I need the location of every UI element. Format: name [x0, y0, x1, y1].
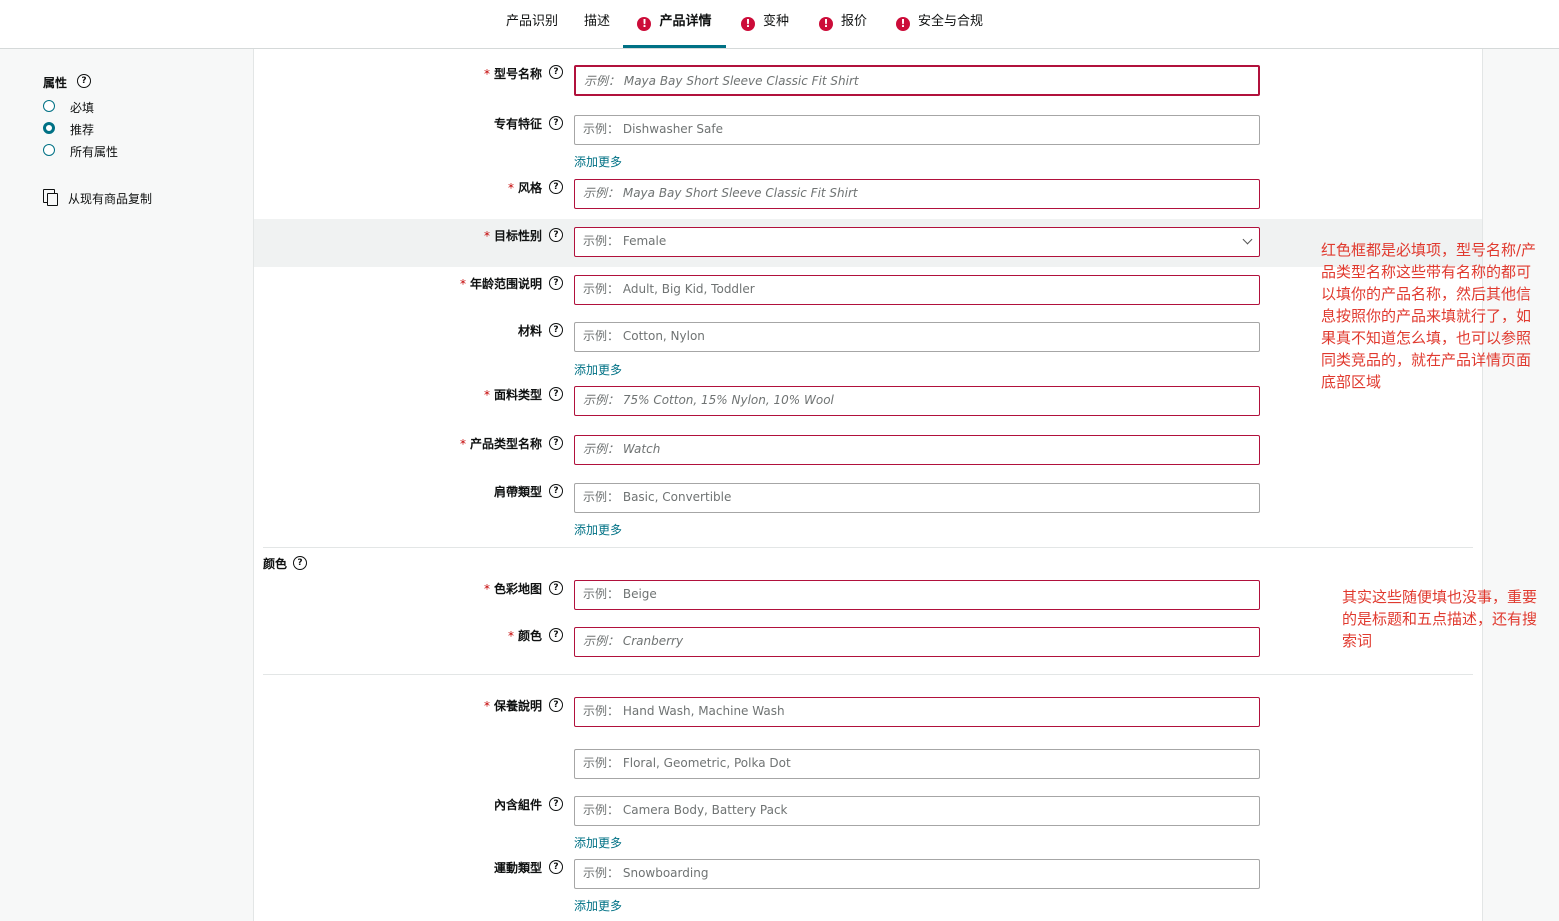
fabric-type-input[interactable]: 示例： 75% Cotton, 15% Nylon, 10% Wool	[574, 386, 1260, 416]
target-gender-select[interactable]: 示例： Female	[574, 227, 1260, 257]
tab-label: 安全与合规	[918, 14, 984, 29]
section-divider	[263, 674, 1473, 675]
error-icon: !	[741, 17, 755, 31]
tab-label: 描述	[584, 14, 611, 29]
tab-label: 产品识别	[506, 14, 559, 29]
care-instructions-label: * 保養說明	[483, 699, 542, 713]
help-icon[interactable]: ?	[549, 797, 563, 811]
help-icon[interactable]: ?	[549, 323, 563, 337]
tab-product-details[interactable]: ! 产品详情	[623, 0, 726, 48]
help-icon[interactable]: ?	[549, 436, 563, 450]
add-more-link[interactable]: 添加更多	[574, 897, 622, 914]
radio-icon[interactable]	[43, 100, 55, 112]
attributes-title: 属性	[43, 76, 68, 90]
included-components-label: 內含組件	[493, 798, 542, 812]
age-range-label: * 年龄范围说明	[459, 277, 542, 291]
chevron-down-icon	[1242, 234, 1253, 245]
tab-safety-compliance[interactable]: ! 安全与合规	[896, 0, 983, 46]
right-gutter	[1482, 49, 1559, 921]
special-feature-input[interactable]: 示例： Dishwasher Safe	[574, 115, 1260, 145]
error-icon: !	[637, 17, 652, 31]
fabric-type-label: * 面料类型	[483, 388, 542, 402]
annotation-note-optional: 其实这些随便填也没事，重要 的是标题和五点描述，还有搜 索词	[1342, 588, 1538, 650]
tab-description[interactable]: 描述	[584, 0, 610, 46]
help-icon[interactable]: ?	[293, 556, 307, 570]
color-input[interactable]: 示例： Cranberry	[574, 627, 1260, 657]
material-input[interactable]: 示例： Cotton, Nylon	[574, 322, 1260, 352]
tab-product-identity[interactable]: 产品识别	[506, 0, 558, 46]
strap-type-input[interactable]: 示例： Basic, Convertible	[574, 483, 1260, 513]
age-range-input[interactable]: 示例： Adult, Big Kid, Toddler	[574, 275, 1260, 305]
radio-selected-icon[interactable]	[43, 122, 55, 134]
add-more-link[interactable]: 添加更多	[574, 521, 622, 538]
tab-label: 产品详情	[659, 14, 712, 29]
tab-offer[interactable]: ! 报价	[819, 0, 867, 46]
product-type-name-label: * 产品类型名称	[459, 437, 542, 451]
care-instructions-input[interactable]: 示例： Hand Wash, Machine Wash	[574, 697, 1260, 727]
tab-bar: 产品识别 描述 ! 产品详情 ! 变种 ! 报价 ! 安全与合规	[0, 0, 1559, 49]
model-name-input[interactable]: 示例： Maya Bay Short Sleeve Classic Fit Sh…	[574, 65, 1260, 96]
help-icon[interactable]: ?	[549, 581, 563, 595]
filter-label: 推荐	[70, 123, 95, 137]
filter-label: 必填	[70, 101, 95, 115]
color-section-heading: 颜色	[263, 557, 288, 571]
style-label: * 风格	[507, 181, 542, 195]
pattern-input[interactable]: 示例： Floral, Geometric, Polka Dot	[574, 749, 1260, 779]
annotation-note-required: 红色框都是必填项，型号名称/产 品类型名称这些带有名称的都可 以填你的产品名称，…	[1321, 241, 1537, 391]
included-components-input[interactable]: 示例： Camera Body, Battery Pack	[574, 796, 1260, 826]
copy-label: 从现有商品复制	[68, 192, 153, 206]
product-type-name-input[interactable]: 示例： Watch	[574, 435, 1260, 465]
radio-icon[interactable]	[43, 144, 55, 156]
help-icon[interactable]: ?	[549, 860, 563, 874]
filter-label: 所有属性	[70, 145, 119, 159]
error-icon: !	[819, 17, 833, 31]
help-icon[interactable]: ?	[549, 228, 563, 242]
special-feature-label: 专有特征	[493, 117, 542, 131]
color-label: * 颜色	[507, 629, 542, 643]
help-icon[interactable]: ?	[77, 74, 91, 88]
target-gender-label: * 目标性别	[483, 229, 542, 243]
attribute-sidebar	[0, 49, 254, 921]
add-more-link[interactable]: 添加更多	[574, 153, 622, 170]
tab-variations[interactable]: ! 变种	[741, 0, 789, 46]
add-more-link[interactable]: 添加更多	[574, 834, 622, 851]
help-icon[interactable]: ?	[549, 180, 563, 194]
help-icon[interactable]: ?	[549, 116, 563, 130]
material-label: 材料	[517, 324, 542, 338]
color-map-label: * 色彩地图	[483, 582, 542, 596]
add-more-link[interactable]: 添加更多	[574, 361, 622, 378]
strap-type-label: 肩帶類型	[493, 485, 542, 499]
tab-label: 报价	[841, 14, 868, 29]
copy-icon	[43, 189, 58, 206]
style-input[interactable]: 示例： Maya Bay Short Sleeve Classic Fit Sh…	[574, 179, 1260, 209]
tab-label: 变种	[763, 14, 790, 29]
section-divider	[263, 547, 1473, 548]
help-icon[interactable]: ?	[549, 387, 563, 401]
help-icon[interactable]: ?	[549, 276, 563, 290]
sport-type-label: 運動類型	[493, 861, 542, 875]
attributes-heading: 属性 ?	[43, 74, 91, 91]
help-icon[interactable]: ?	[549, 628, 563, 642]
error-icon: !	[896, 17, 910, 31]
sport-type-input[interactable]: 示例： Snowboarding	[574, 859, 1260, 889]
model-name-label: * 型号名称	[483, 67, 542, 81]
color-map-input[interactable]: 示例： Beige	[574, 580, 1260, 610]
help-icon[interactable]: ?	[549, 698, 563, 712]
help-icon[interactable]: ?	[549, 484, 563, 498]
help-icon[interactable]: ?	[549, 65, 563, 79]
